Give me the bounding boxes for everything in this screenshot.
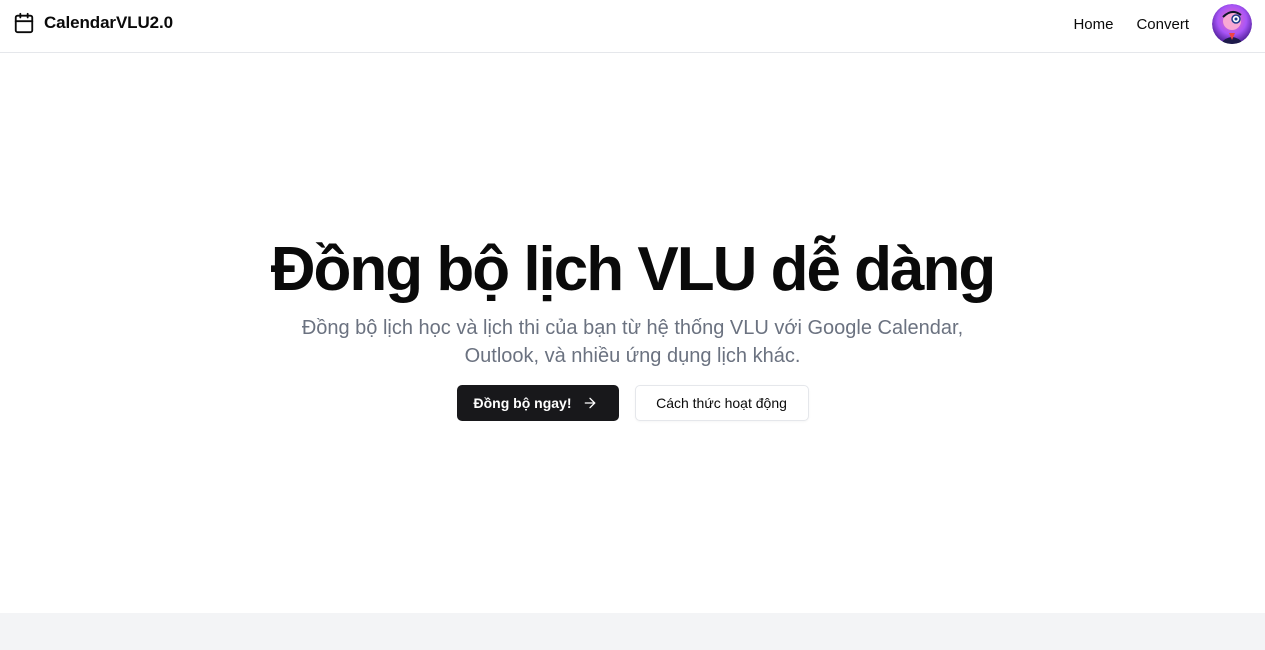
hero-title: Đồng bộ lịch VLU dễ dàng	[270, 235, 997, 304]
sync-now-button[interactable]: Đồng bộ ngay!	[456, 385, 619, 421]
brand-link[interactable]: CalendarVLU2.0	[13, 12, 173, 34]
sync-now-label: Đồng bộ ngay!	[473, 395, 572, 411]
nav-convert[interactable]: Convert	[1136, 16, 1189, 33]
nav-home[interactable]: Home	[1073, 16, 1113, 33]
calendar-icon	[14, 12, 34, 34]
hero-subtitle: Đồng bộ lịch học và lịch thi của bạn từ …	[301, 317, 964, 367]
arrow-right-icon	[584, 397, 595, 409]
how-it-works-button[interactable]: Cách thức hoạt động	[634, 385, 809, 421]
user-avatar[interactable]	[1212, 4, 1252, 44]
hero-section: Đồng bộ lịch VLU dễ dàng Đồng bộ lịch họ…	[0, 53, 1265, 613]
brand-name: CalendarVLU2.0	[44, 13, 173, 32]
hero-actions: Đồng bộ ngay! Cách thức hoạt động	[0, 385, 1265, 421]
top-navbar: CalendarVLU2.0 Home Convert	[0, 0, 1265, 53]
main-nav: Home Convert	[1073, 4, 1252, 44]
footer-strip	[0, 613, 1265, 650]
